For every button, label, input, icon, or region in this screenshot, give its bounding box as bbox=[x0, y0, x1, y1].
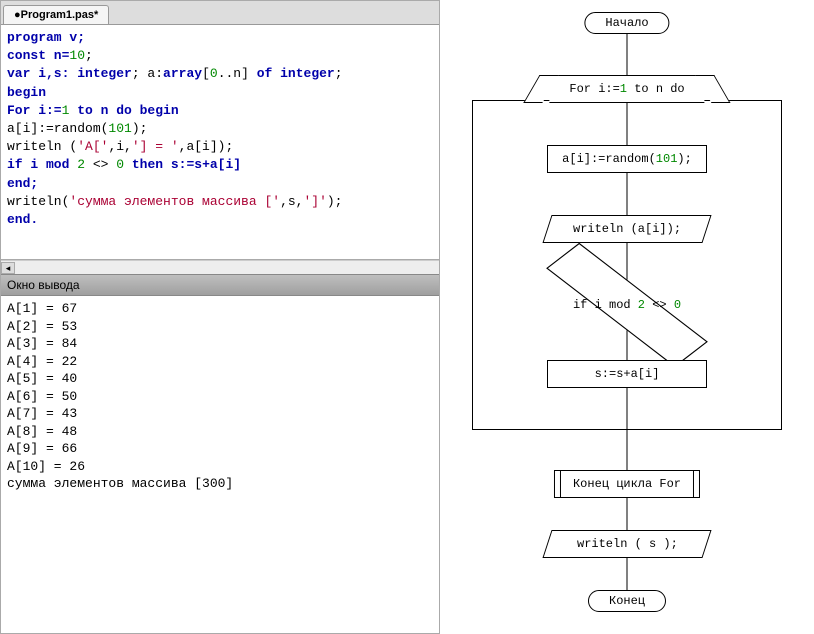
output-line: A[8] = 48 bbox=[7, 423, 433, 441]
code-editor[interactable]: program v; const n=10; var i,s: integer;… bbox=[1, 25, 439, 260]
code-line: writeln('сумма элементов массива [',s,']… bbox=[7, 193, 433, 211]
code-line: end; bbox=[7, 175, 433, 193]
output-line: A[6] = 50 bbox=[7, 388, 433, 406]
flow-decision: if i mod 2 <> 0 bbox=[527, 280, 727, 334]
output-line: A[9] = 66 bbox=[7, 440, 433, 458]
flow-io-writeln-ai: writeln (a[i]); bbox=[547, 215, 707, 243]
code-line: program v; bbox=[7, 29, 433, 47]
output-line: A[4] = 22 bbox=[7, 353, 433, 371]
output-line: A[5] = 40 bbox=[7, 370, 433, 388]
flow-end: Конец bbox=[588, 590, 666, 612]
terminal-start: Начало bbox=[584, 12, 669, 34]
output-line: A[3] = 84 bbox=[7, 335, 433, 353]
horizontal-scrollbar[interactable]: ◂ bbox=[1, 260, 439, 274]
editor-pane: ●Program1.pas* program v; const n=10; va… bbox=[0, 0, 440, 634]
code-line: a[i]:=random(101); bbox=[7, 120, 433, 138]
output-line: A[1] = 67 bbox=[7, 300, 433, 318]
output-area[interactable]: A[1] = 67A[2] = 53A[3] = 84A[4] = 22A[5]… bbox=[1, 296, 439, 633]
predefined-box: Конец цикла For bbox=[554, 470, 700, 498]
code-line: For i:=1 to n do begin bbox=[7, 102, 433, 120]
file-tab[interactable]: ●Program1.pas* bbox=[3, 5, 109, 24]
flow-process-sum: s:=s+a[i] bbox=[547, 360, 707, 388]
code-line: writeln ('A[',i,'] = ',a[i]); bbox=[7, 138, 433, 156]
code-line: begin bbox=[7, 84, 433, 102]
code-line: if i mod 2 <> 0 then s:=s+a[i] bbox=[7, 156, 433, 174]
code-line: var i,s: integer; a:array[0..n] of integ… bbox=[7, 65, 433, 83]
scroll-left-icon[interactable]: ◂ bbox=[1, 262, 15, 274]
process-box: s:=s+a[i] bbox=[547, 360, 707, 388]
output-line: A[2] = 53 bbox=[7, 318, 433, 336]
hexagon-loop: For i:=1 to n do bbox=[549, 75, 704, 103]
decision-label: if i mod 2 <> 0 bbox=[527, 298, 727, 312]
flow-loop-header: For i:=1 to n do bbox=[549, 75, 704, 103]
process-box: a[i]:=random(101); bbox=[547, 145, 707, 173]
flow-start: Начало bbox=[584, 12, 669, 34]
output-line: A[7] = 43 bbox=[7, 405, 433, 423]
output-line: сумма элементов массива [300] bbox=[7, 475, 433, 493]
flow-io-writeln-s: writeln ( s ); bbox=[547, 530, 707, 558]
code-line: const n=10; bbox=[7, 47, 433, 65]
io-box: writeln (a[i]); bbox=[542, 215, 711, 243]
code-line: end. bbox=[7, 211, 433, 229]
tab-bar: ●Program1.pas* bbox=[1, 1, 439, 25]
flowchart-pane: Начало For i:=1 to n do a[i]:=random(101… bbox=[440, 0, 814, 634]
terminal-end: Конец bbox=[588, 590, 666, 612]
code-text: program v; bbox=[7, 30, 85, 45]
output-header: Окно вывода bbox=[1, 274, 439, 296]
output-line: A[10] = 26 bbox=[7, 458, 433, 476]
io-box: writeln ( s ); bbox=[542, 530, 711, 558]
flow-process-random: a[i]:=random(101); bbox=[547, 145, 707, 173]
flow-endloop: Конец цикла For bbox=[554, 470, 700, 498]
